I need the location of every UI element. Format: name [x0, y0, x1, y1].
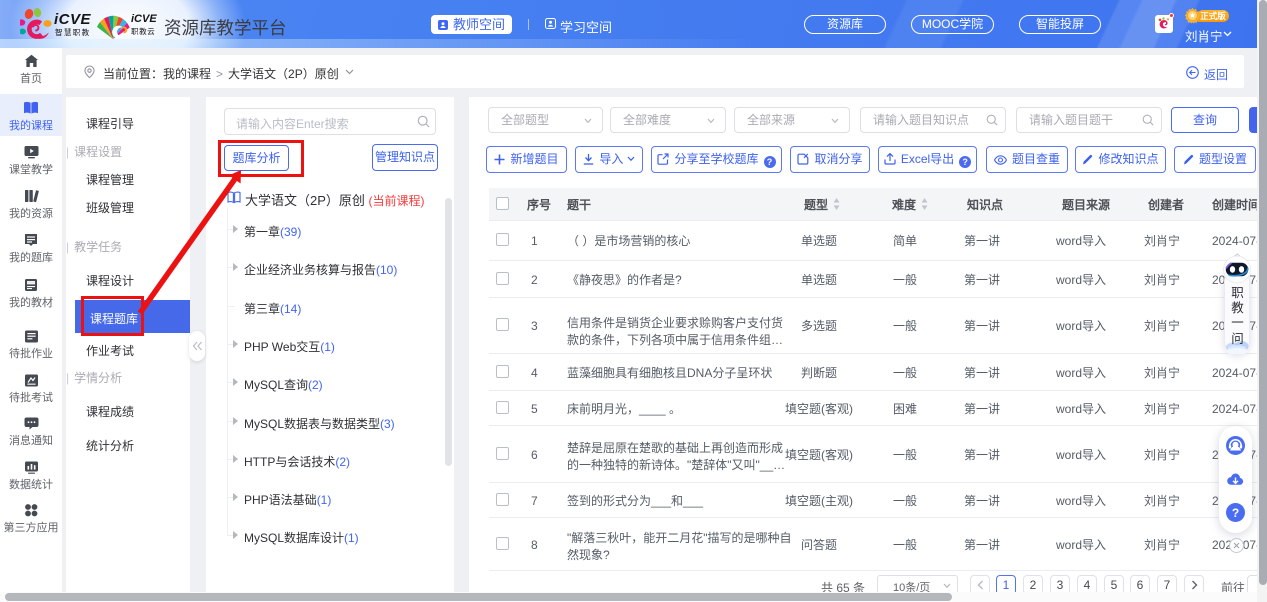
svg-text:?: ?	[1232, 506, 1239, 520]
